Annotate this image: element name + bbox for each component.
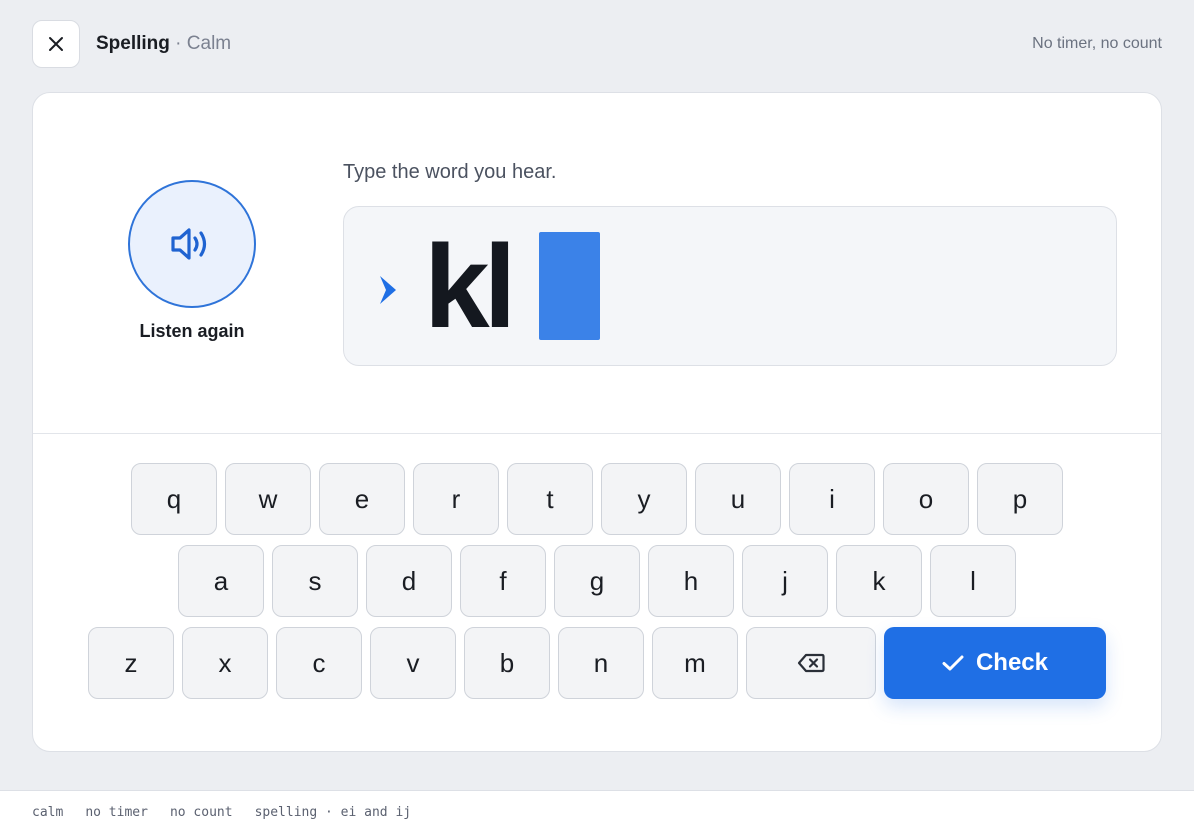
key-j[interactable]: j (742, 545, 828, 617)
footer-item-count: no count (169, 805, 233, 820)
key-g[interactable]: g (554, 545, 640, 617)
key-w[interactable]: w (225, 463, 311, 535)
close-icon (49, 37, 63, 51)
key-d[interactable]: d (366, 545, 452, 617)
typed-text: kl (424, 221, 516, 353)
backspace-icon (797, 653, 825, 673)
answer-field[interactable]: kl (343, 206, 1117, 366)
key-u[interactable]: u (695, 463, 781, 535)
title-mode: Calm (186, 33, 232, 54)
check-button[interactable]: Check (884, 627, 1106, 699)
speaker-icon (171, 228, 207, 260)
key-n[interactable]: n (558, 627, 644, 699)
question-area: Listen again Type the word you hear. kl (33, 93, 1161, 433)
key-q[interactable]: q (131, 463, 217, 535)
key-x[interactable]: x (182, 627, 268, 699)
listen-again-label: Listen again (139, 321, 245, 341)
listen-again-button[interactable] (128, 180, 256, 308)
footer-item-mode: calm (32, 805, 64, 820)
key-y[interactable]: y (601, 463, 687, 535)
footer-item-timer: no timer (85, 805, 148, 820)
key-f[interactable]: f (460, 545, 546, 617)
key-v[interactable]: v (370, 627, 456, 699)
text-caret (539, 232, 600, 340)
chevron-right-icon (380, 276, 396, 304)
key-e[interactable]: e (319, 463, 405, 535)
session-info: No timer, no count (1032, 35, 1162, 52)
page-title: Spelling · Calm (96, 33, 231, 55)
title-separator: · (169, 33, 187, 54)
key-i[interactable]: i (789, 463, 875, 535)
key-h[interactable]: h (648, 545, 734, 617)
header: Spelling · Calm No timer, no count (32, 20, 1162, 68)
divider (33, 433, 1161, 434)
status-footer: calm no timer no count spelling · ei and… (0, 790, 1194, 834)
key-k[interactable]: k (836, 545, 922, 617)
exercise-card: Listen again Type the word you hear. kl … (32, 92, 1162, 752)
key-o[interactable]: o (883, 463, 969, 535)
key-m[interactable]: m (652, 627, 738, 699)
key-r[interactable]: r (413, 463, 499, 535)
check-label: Check (975, 649, 1049, 676)
prompt-text: Type the word you hear. (343, 161, 557, 183)
key-z[interactable]: z (88, 627, 174, 699)
backspace-button[interactable] (746, 627, 876, 699)
close-button[interactable] (32, 20, 80, 68)
title-main: Spelling (96, 33, 170, 54)
footer-item-topic: spelling · ei and ij (254, 805, 412, 820)
key-t[interactable]: t (507, 463, 593, 535)
checkmark-icon (942, 655, 964, 671)
key-l[interactable]: l (930, 545, 1016, 617)
key-s[interactable]: s (272, 545, 358, 617)
key-p[interactable]: p (977, 463, 1063, 535)
key-c[interactable]: c (276, 627, 362, 699)
key-b[interactable]: b (464, 627, 550, 699)
key-a[interactable]: a (178, 545, 264, 617)
